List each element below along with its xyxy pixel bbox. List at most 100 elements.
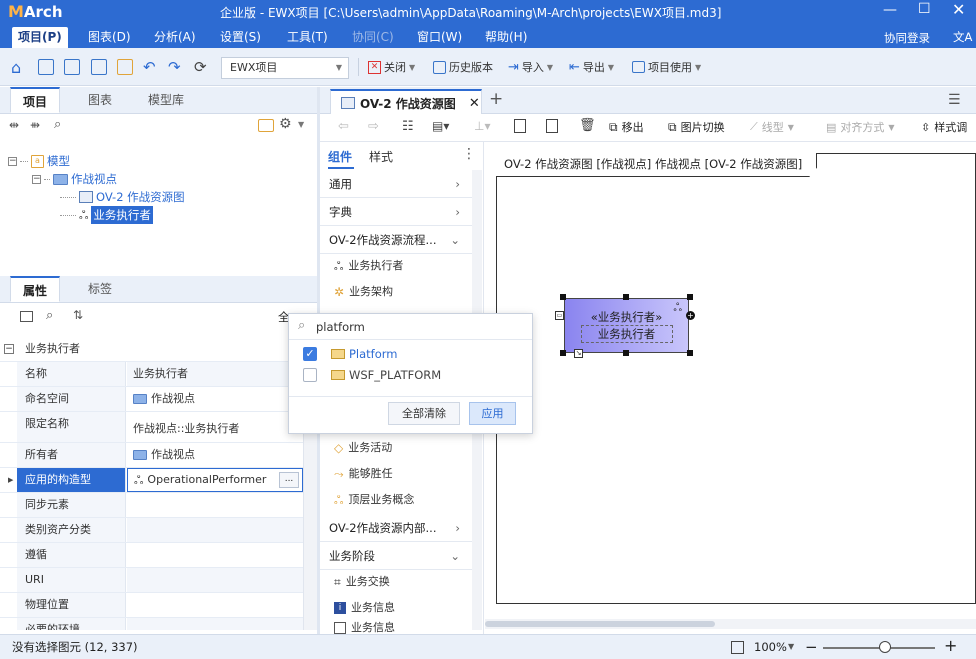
paste-icon[interactable] [546,119,558,133]
save-all-button[interactable] [64,48,80,86]
menu-collab[interactable]: 协同(C) [346,27,400,48]
add-tab-button[interactable]: + [489,89,503,109]
stereotype-field[interactable]: ஃ OperationalPerformer [127,468,303,492]
prop-row[interactable]: 命名空间 作战视点 [0,387,303,412]
clear-all-button[interactable]: 全部清除 [388,402,460,425]
prop-row[interactable]: 类别资产分类 [0,518,303,543]
prop-row[interactable]: 遵循 [0,543,303,568]
chevron-down-icon[interactable]: ▼ [788,635,794,659]
palette-item-info-2[interactable]: 业务信息 [320,621,472,634]
prop-row[interactable]: 必要的环境 [0,618,303,630]
tab-ov2-diagram[interactable]: OV-2 作战资源图 ✕ [330,89,482,115]
list-icon[interactable]: ☷ [402,119,414,134]
ellipsis-button[interactable]: ... [279,472,299,488]
prop-value[interactable] [127,518,303,542]
collapse-all-icon[interactable]: ⇻ [30,118,40,132]
option-wsf-platform[interactable]: WSF_PLATFORM [303,368,441,382]
more-vertical-icon[interactable]: ⋮ [462,146,476,162]
expand-all-icon[interactable]: ⇹ [9,118,19,132]
add-connector-icon[interactable]: + [686,311,695,320]
palette-cat-dictionary[interactable]: 字典 › [320,198,472,226]
scroll-thumb[interactable] [485,621,715,627]
maximize-button[interactable]: ☐ [918,1,931,17]
tree-node-model[interactable]: − a 模型 [8,152,70,170]
link-icon[interactable]: ↘ [574,349,583,358]
apply-button[interactable]: 应用 [469,402,516,425]
close-project-button[interactable]: ✕ 关闭 ▼ [368,48,415,86]
tree-node-performer[interactable]: ஃ 业务执行者 [60,206,153,224]
resize-handle[interactable] [687,350,693,356]
prop-value[interactable]: 作战视点 [127,387,303,411]
prop-row[interactable]: 同步元素 [0,493,303,518]
fit-view-icon[interactable] [731,641,744,654]
menu-window[interactable]: 窗口(W) [411,27,468,48]
new-button[interactable] [91,48,107,86]
palette-cat-common[interactable]: 通用 › [320,170,472,198]
folder-settings-icon[interactable] [258,119,274,132]
history-button[interactable]: 历史版本 [433,48,493,86]
resize-handle[interactable] [623,294,629,300]
palette-item-toplevel[interactable]: ஃ 顶层业务概念 [320,487,472,513]
align-button[interactable]: ▤ 对齐方式 ▼ [826,119,895,135]
palette-tab-styles[interactable]: 样式 [369,148,393,165]
menu-diagram[interactable]: 图表(D) [82,27,137,48]
style-adjust-button[interactable]: ⇳ 样式调 [921,119,967,135]
tab-project[interactable]: 项目 [10,87,61,113]
zoom-in-button[interactable]: + [944,634,957,658]
project-use-button[interactable]: 项目使用 ▼ [632,48,701,86]
palette-item-info[interactable]: i 业务信息 [320,595,472,621]
layout-icon[interactable]: ▤▾ [432,119,449,133]
prop-value[interactable]: 业务执行者 [127,362,303,386]
forward-icon[interactable]: ⇨ [368,119,379,134]
canvas-h-scrollbar[interactable] [485,619,976,629]
menu-list-icon[interactable]: ☰ [948,92,961,108]
diagram-canvas[interactable]: OV-2 作战资源图 [作战视点] 作战视点 [OV-2 作战资源图] «业务执… [485,142,976,634]
prop-value[interactable] [127,543,303,567]
prop-section[interactable]: − 业务执行者 [0,337,303,362]
chevron-down-icon[interactable]: ▼ [298,120,304,129]
prop-value[interactable]: 作战视点::业务执行者 [127,412,303,442]
collab-login-link[interactable]: 协同登录 [884,30,930,46]
resize-handle[interactable] [560,350,566,356]
export-button[interactable]: ⇤ 导出 ▼ [569,48,614,86]
tab-diagram[interactable]: 图表 [76,87,124,113]
checkbox-unchecked[interactable] [303,368,317,382]
palette-item-performer[interactable]: ஃ 业务执行者 [320,253,472,279]
save-button[interactable] [38,48,54,86]
prop-row-selected[interactable]: ▶ 应用的构造型 ஃ OperationalPerformer ... [0,468,303,493]
tree-node-folder[interactable]: − 作战视点 [32,170,117,188]
home-button[interactable]: ⌂ [11,48,21,86]
palette-cat-ov2-inner[interactable]: OV-2作战资源内部... › [320,514,472,542]
collapse-toggle-icon[interactable]: − [8,156,17,166]
menu-settings[interactable]: 设置(S) [214,27,267,48]
collapse-toggle-icon[interactable]: − [4,344,14,354]
tree-node-diagram[interactable]: OV-2 作战资源图 [60,188,185,206]
popup-search-input[interactable]: platform [316,320,365,334]
palette-tab-components[interactable]: 组件 [328,148,352,165]
image-switch-button[interactable]: ⧉ 图片切换 [668,119,725,135]
line-type-button[interactable]: ⟋ 线型 ▼ [750,119,794,135]
palette-cat-phase[interactable]: 业务阶段 ⌄ [320,542,472,570]
palette-item-architecture[interactable]: ✲ 业务架构 [320,279,472,305]
tab-tags[interactable]: 标签 [76,276,124,302]
close-tab-icon[interactable]: ✕ [469,96,480,111]
redo-button[interactable]: ↷ [168,48,181,86]
prop-value[interactable]: 作战视点 [127,443,303,467]
project-combo[interactable]: EWX项目 ▼ [221,57,349,79]
search-icon[interactable]: ⌕ [54,117,61,132]
prop-row[interactable]: 名称 业务执行者 [0,362,303,387]
menu-analysis[interactable]: 分析(A) [148,27,202,48]
language-icon[interactable]: 文A [953,29,972,45]
prop-value[interactable] [127,618,303,630]
resize-handle[interactable] [623,350,629,356]
zoom-slider-thumb[interactable] [878,641,891,653]
refresh-button[interactable]: ⟳ [194,48,207,86]
collapse-toggle-icon[interactable]: − [32,174,41,184]
minimize-button[interactable]: — [883,2,897,18]
menu-help[interactable]: 帮助(H) [479,27,533,48]
search-icon[interactable]: ⌕ [46,308,53,323]
delete-icon[interactable]: 🗑 [579,118,596,133]
prop-value[interactable] [127,493,303,517]
prop-row[interactable]: 物理位置 [0,593,303,618]
view-icon[interactable] [20,311,33,322]
